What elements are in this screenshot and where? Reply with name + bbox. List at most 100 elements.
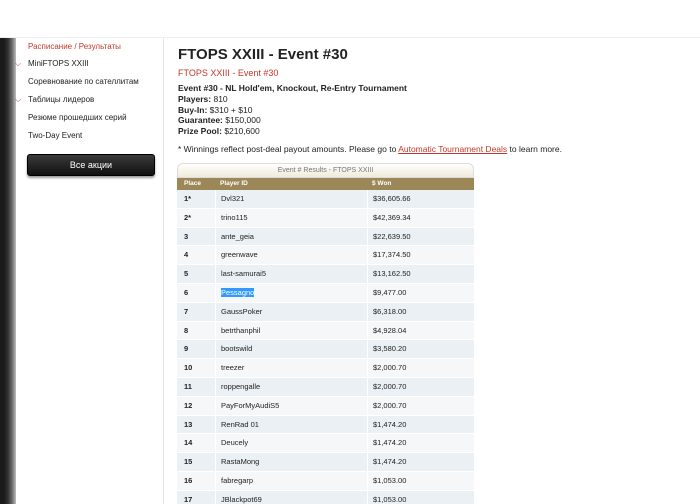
player-id: treezer (221, 363, 245, 373)
header-won: $ Won (372, 180, 392, 187)
cell-won: $9,477.00 (367, 283, 474, 303)
player-id: Pessagno (221, 287, 255, 297)
table-row: 6 Pessagno $9,477.00 (177, 283, 474, 303)
player-id: trino115 (221, 212, 248, 222)
cell-place: 3 (184, 231, 189, 241)
player-id: Deucely (221, 438, 249, 448)
left-edge-strip (0, 38, 16, 504)
sidebar-divider (163, 38, 164, 504)
cell-player: GaussPoker (215, 302, 367, 322)
cell-place: 15 (184, 457, 193, 467)
table-row: 7 GaussPoker $6,318.00 (177, 302, 474, 322)
winnings-note: * Winnings reflect post-deal payout amou… (178, 144, 562, 154)
cell-place: 13 (184, 419, 193, 429)
results-body: 1* Dvl321 $36,605.66 2* trino115 $42,369.34 3 a… (177, 190, 474, 504)
cell-player: betrthanphil (215, 321, 367, 341)
cell-player: ante_geia (215, 227, 367, 247)
cell-won: $1,053.00 (367, 490, 474, 504)
cell-place: 10 (184, 363, 193, 373)
cell-place: 11 (184, 381, 192, 391)
cell-player: Dvl321 (215, 190, 367, 209)
cell-won: $22,639.50 (367, 227, 474, 247)
cell-won: $4,928.04 (367, 321, 474, 341)
table-row: 14 Deucely $1,474.20 (177, 434, 474, 454)
guarantee-info: Guarantee: $150,000 (178, 115, 261, 125)
cell-place: 4 (184, 250, 189, 260)
cell-won: $6,318.00 (367, 302, 474, 322)
table-row: 2* trino115 $42,369.34 (177, 208, 474, 228)
table-row: 12 PayForMyAudiS5 $2,000.70 (177, 396, 474, 416)
cell-won: $42,369.34 (367, 208, 474, 228)
player-id: betrthanphil (221, 325, 261, 335)
chevron-down-icon[interactable]: ⌵ (15, 58, 21, 70)
automatic-deals-link[interactable]: Automatic Tournament Deals (398, 144, 507, 154)
cell-place: 12 (184, 400, 193, 410)
table-row: 17 JBlackpot69 $1,053.00 (177, 490, 474, 504)
sidebar-item-miniftops[interactable]: MiniFTOPS XXIII (28, 58, 89, 70)
cell-place: 9 (184, 344, 189, 354)
cell-place: 2* (184, 212, 192, 222)
cell-place: 14 (184, 438, 193, 448)
cell-place: 7 (184, 306, 189, 316)
cell-place: 17 (184, 494, 193, 504)
cell-won: $1,053.00 (367, 471, 474, 491)
top-bar (0, 0, 700, 38)
player-id: Dvl321 (221, 194, 245, 203)
chevron-down-icon[interactable]: ⌵ (15, 94, 21, 106)
sidebar-item-leaderboards[interactable]: Таблицы лидеров (28, 94, 94, 106)
all-promotions-button[interactable]: Все акции (27, 154, 155, 176)
cell-player: RastaMong (215, 453, 367, 472)
cell-won: $1,474.20 (367, 434, 474, 454)
player-id: last-samurai5 (221, 269, 267, 279)
cell-won: $36,605.66 (367, 190, 474, 209)
player-id: JBlackpot69 (221, 494, 262, 504)
player-id: PayForMyAudiS5 (221, 400, 280, 410)
sidebar-item-two-day-event[interactable]: Two-Day Event (28, 130, 82, 142)
results-table: Event # Results - FTOPS XXIII Place Play… (177, 163, 474, 504)
sidebar-item-past-series[interactable]: Резюме прошедших серий (28, 112, 127, 124)
player-id: ante_geia (221, 231, 254, 241)
cell-place: 1* (184, 194, 192, 203)
players-info: Players: 810 (178, 94, 228, 104)
sidebar-item-schedule-results[interactable]: Расписание / Результаты (28, 41, 121, 53)
cell-player: Deucely (215, 434, 367, 454)
cell-won: $13,162.50 (367, 265, 474, 284)
page-subtitle: FTOPS XXIII - Event #30 (178, 68, 279, 78)
header-place: Place (184, 180, 201, 187)
player-id: fabregarp (221, 475, 254, 485)
player-id: RenRad 01 (221, 419, 259, 429)
cell-player: bootswild (215, 340, 367, 360)
table-row: 1* Dvl321 $36,605.66 (177, 190, 474, 209)
table-row: 8 betrthanphil $4,928.04 (177, 321, 474, 341)
cell-player: treezer (215, 359, 367, 378)
player-id: GaussPoker (221, 306, 263, 316)
cell-player: fabregarp (215, 471, 367, 491)
player-id: bootswild (221, 344, 253, 354)
cell-won: $1,474.20 (367, 415, 474, 435)
cell-won: $3,580.20 (367, 340, 474, 360)
cell-place: 8 (184, 325, 189, 335)
table-row: 4 greenwave $17,374.50 (177, 246, 474, 266)
cell-won: $17,374.50 (367, 246, 474, 266)
table-row: 5 last-samurai5 $13,162.50 (177, 265, 474, 284)
prize-pool-info: Prize Pool: $210,600 (178, 125, 260, 136)
player-id: roppengalle (221, 381, 261, 391)
table-row: 15 RastaMong $1,474.20 (177, 453, 474, 472)
cell-won: $2,000.70 (367, 377, 474, 397)
cell-player: greenwave (215, 246, 367, 266)
cell-player: Pessagno (215, 283, 367, 303)
table-row: 3 ante_geia $22,639.50 (177, 227, 474, 247)
cell-player: PayForMyAudiS5 (215, 396, 367, 416)
player-id: greenwave (221, 250, 258, 260)
page-title: FTOPS XXIII - Event #30 (178, 46, 348, 63)
cell-player: last-samurai5 (215, 265, 367, 284)
cell-player: trino115 (215, 208, 367, 228)
buyin-info: Buy-In: $310 + $10 (178, 104, 253, 115)
cell-won: $2,000.70 (367, 359, 474, 378)
sidebar (16, 38, 164, 504)
cell-place: 6 (184, 287, 189, 297)
player-id: RastaMong (221, 457, 260, 467)
cell-place: 16 (184, 475, 193, 485)
sidebar-item-satellite-competition[interactable]: Соревнование по сателлитам (28, 76, 139, 88)
cell-place: 5 (184, 269, 189, 279)
